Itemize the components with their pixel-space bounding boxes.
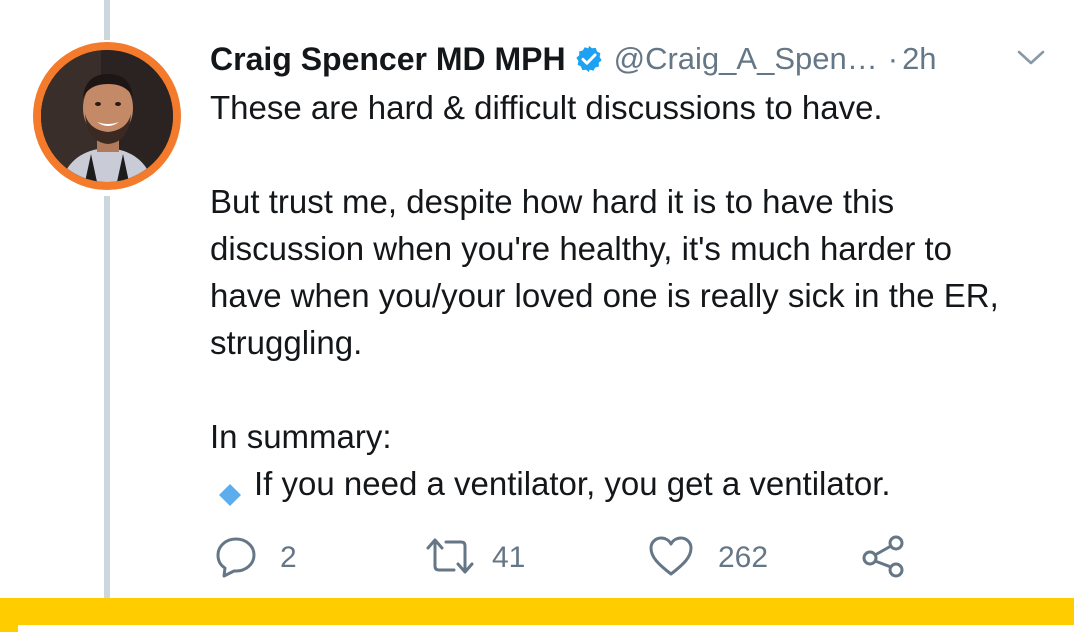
tweet-header: Craig Spencer MD MPH @Craig_A_Spen… · 2h [210,34,1050,84]
like-icon [648,534,694,583]
avatar-photo [41,50,173,182]
thread-line-bottom [104,196,110,632]
retweet-button[interactable]: 41 [424,534,525,582]
tweet-line: These are hard & difficult discussions t… [210,89,883,126]
bullet-text: If you need a ventilator, you get a vent… [254,465,891,502]
share-icon [860,534,908,583]
bottom-white-strip [18,625,1074,632]
reply-button[interactable]: 2 [214,534,297,582]
thread-line-top [104,0,110,40]
tweet-line: But trust me, despite how hard it is to … [210,183,895,220]
share-button[interactable] [860,534,908,582]
handle[interactable]: @Craig_A_Spen… [614,41,878,77]
tweet-actions: 2 41 262 [214,534,934,582]
like-count: 262 [718,541,769,574]
tweet-text: These are hard & difficult discussions t… [210,84,1060,507]
tweet-line: struggling. [210,324,363,361]
tweet-line: discussion when you're healthy, it's muc… [210,230,953,267]
retweet-count: 41 [492,541,526,574]
bullet-line: If you need a ventilator, you get a vent… [210,460,1060,507]
separator-dot: · [887,41,899,76]
reply-count: 2 [280,541,297,574]
tweet-line: In summary: [210,418,392,455]
tweet-line: have when you/your loved one is really s… [210,277,999,314]
like-button[interactable]: 262 [648,534,768,582]
avatar[interactable] [33,42,181,190]
timestamp[interactable]: 2h [902,41,936,77]
reply-icon [214,534,258,583]
display-name[interactable]: Craig Spencer MD MPH [210,41,566,78]
verified-badge-icon [574,44,604,74]
blue-diamond-icon [218,472,242,506]
chevron-down-icon[interactable] [1016,48,1046,68]
retweet-icon [424,534,476,583]
